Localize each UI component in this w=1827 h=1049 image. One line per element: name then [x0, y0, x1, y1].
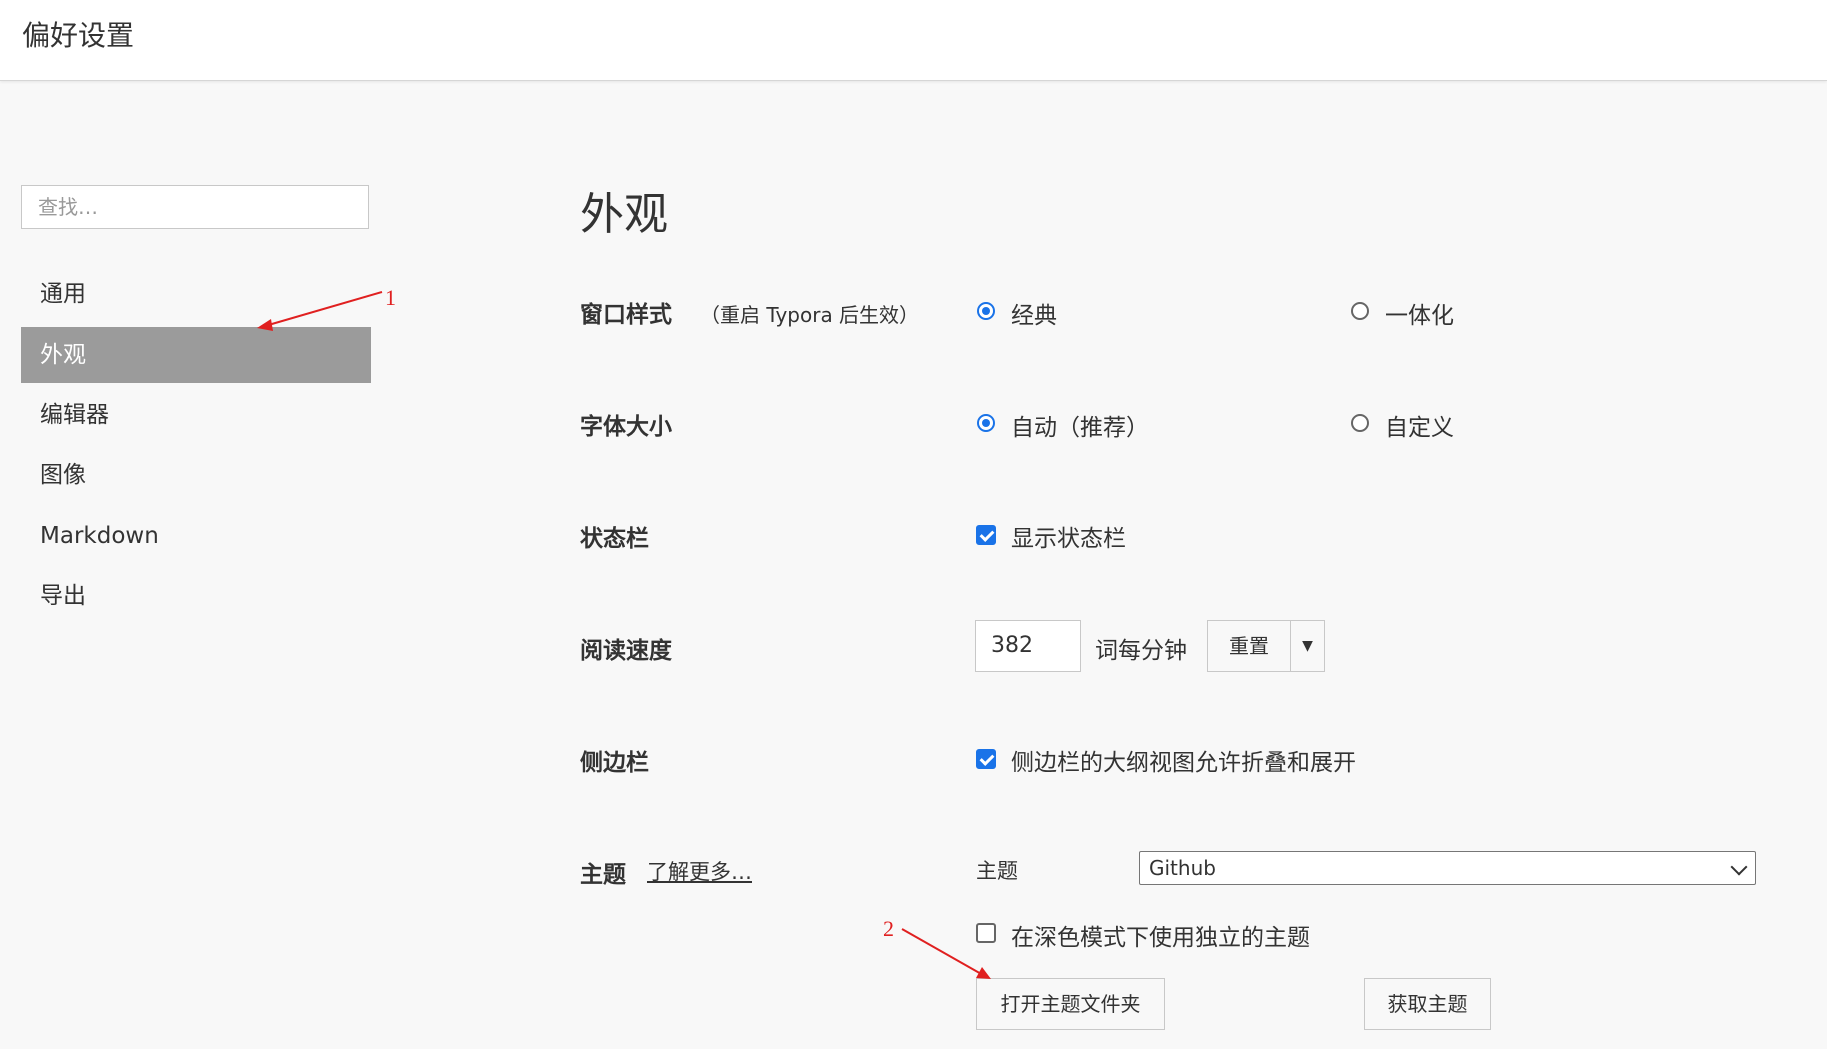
title-bar: 偏好设置 [0, 0, 1827, 81]
radio-unified[interactable] [1351, 302, 1369, 320]
reset-dropdown-button[interactable]: ▼ [1290, 620, 1325, 672]
status-bar-label: 状态栏 [580, 526, 649, 552]
open-theme-folder-button[interactable]: 打开主题文件夹 [976, 978, 1165, 1030]
option-classic-label: 经典 [1011, 303, 1057, 329]
sidebar-item-appearance[interactable]: 外观 [21, 327, 371, 383]
sidebar-item-export[interactable]: 导出 [21, 568, 371, 624]
option-unified-label: 一体化 [1385, 303, 1454, 329]
sidebar-item-markdown[interactable]: Markdown [21, 508, 371, 564]
get-theme-button[interactable]: 获取主题 [1364, 978, 1491, 1030]
reading-speed-unit: 词每分钟 [1095, 638, 1187, 664]
chevron-down-icon [1730, 858, 1748, 876]
annotation-arrow-2 [901, 928, 984, 976]
radio-custom[interactable] [1351, 414, 1369, 432]
window-style-label-text: 窗口样式 [580, 302, 672, 328]
option-auto-label: 自动（推荐） [1011, 415, 1149, 441]
sidebar-item-editor[interactable]: 编辑器 [21, 387, 371, 443]
window-style-note: （重启 Typora 后生效） [700, 303, 920, 327]
theme-label: 主题 [580, 862, 626, 888]
status-bar-checkbox[interactable] [976, 525, 996, 545]
reset-button[interactable]: 重置 [1207, 620, 1291, 672]
search-input[interactable] [21, 185, 369, 229]
font-size-label: 字体大小 [580, 414, 672, 440]
learn-more-link[interactable]: 了解更多… [647, 856, 752, 886]
radio-auto[interactable] [977, 414, 995, 432]
outline-collapse-checkbox[interactable] [976, 749, 996, 769]
sidebar-item-general[interactable]: 通用 [21, 266, 371, 322]
theme-select-value: Github [1149, 856, 1216, 880]
outline-collapse-label: 侧边栏的大纲视图允许折叠和展开 [1011, 750, 1356, 776]
status-bar-checkbox-label: 显示状态栏 [1011, 526, 1126, 552]
window-style-label: 窗口样式 （重启 Typora 后生效） [580, 295, 919, 329]
theme-field-label: 主题 [976, 859, 1018, 883]
reading-speed-label: 阅读速度 [580, 638, 672, 664]
sidebar-setting-label: 侧边栏 [580, 750, 649, 776]
sidebar-item-image[interactable]: 图像 [21, 447, 371, 503]
radio-classic[interactable] [977, 302, 995, 320]
option-custom-label: 自定义 [1385, 415, 1454, 441]
reading-speed-input[interactable]: 382 [975, 620, 1081, 672]
section-title: 外观 [580, 189, 668, 240]
window-title: 偏好设置 [22, 19, 135, 52]
annotation-number-2: 2 [883, 916, 894, 941]
dark-mode-theme-label: 在深色模式下使用独立的主题 [1011, 925, 1310, 951]
dark-mode-theme-checkbox[interactable] [976, 923, 996, 943]
theme-select[interactable]: Github [1139, 851, 1756, 885]
annotation-number-1: 1 [385, 285, 396, 310]
